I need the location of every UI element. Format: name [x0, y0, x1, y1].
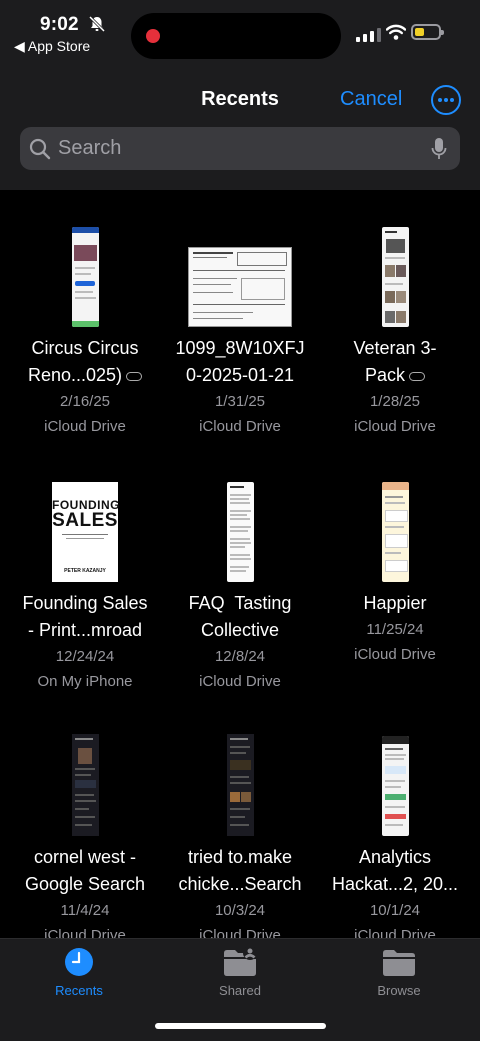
- shared-folder-icon: [224, 947, 257, 976]
- file-thumbnail: [381, 736, 409, 836]
- search-icon: [29, 138, 51, 160]
- file-date: 2/16/25: [59, 393, 111, 410]
- file-item[interactable]: FAQ Tasting Collective 12/8/24 iCloud Dr…: [162, 470, 318, 694]
- file-name: cornel west - Google Search: [24, 847, 146, 894]
- file-name: Veteran 3- Pack: [353, 338, 437, 385]
- cancel-button[interactable]: Cancel: [340, 88, 402, 111]
- file-thumbnail: [226, 734, 254, 836]
- recent-files-grid: Circus Circus Reno...025) 2/16/25 iCloud…: [0, 190, 480, 938]
- search-bar: [20, 127, 460, 170]
- file-thumbnail: [381, 482, 409, 582]
- folder-icon: [383, 950, 415, 976]
- file-date: 11/25/24: [366, 621, 424, 638]
- silent-mode-icon: [88, 15, 106, 33]
- file-date: 11/4/24: [60, 902, 110, 919]
- file-date: 12/24/24: [55, 648, 115, 665]
- file-name: Founding Sales - Print...mroad: [22, 593, 148, 640]
- search-input[interactable]: [58, 127, 428, 170]
- file-item[interactable]: Analytics Hackat...2, 20... 10/1/24 iClo…: [317, 724, 473, 938]
- file-location: iCloud Drive: [199, 418, 281, 435]
- icloud-download-icon: [126, 371, 143, 381]
- file-item[interactable]: Veteran 3- Pack 1/28/25 iCloud Drive: [317, 215, 473, 439]
- file-location: iCloud Drive: [199, 927, 281, 938]
- file-name: tried to.make chicke...Search: [178, 847, 302, 894]
- recording-indicator-icon: [146, 29, 160, 43]
- file-thumbnail: [226, 482, 254, 582]
- file-date: 10/3/24: [214, 902, 266, 919]
- file-location: iCloud Drive: [354, 927, 436, 938]
- battery-icon: [411, 24, 444, 40]
- file-item[interactable]: FOUNDING SALES PETER KAZANJY Founding Sa…: [7, 470, 163, 694]
- file-location: iCloud Drive: [354, 418, 436, 435]
- file-date: 12/8/24: [214, 648, 266, 665]
- tab-shared[interactable]: Shared: [180, 947, 300, 998]
- file-name: Circus Circus Reno...025): [7, 335, 163, 389]
- file-date: 1/31/25: [214, 393, 266, 410]
- file-name: Happier: [363, 593, 427, 613]
- file-thumbnail: [71, 734, 99, 836]
- home-indicator[interactable]: [155, 1023, 326, 1029]
- file-thumbnail: [381, 227, 409, 327]
- file-thumbnail: [188, 247, 292, 327]
- wifi-icon: [386, 24, 406, 40]
- file-item[interactable]: 1099_8W10XFJ 0-2025-01-21 1/31/25 iCloud…: [162, 215, 318, 439]
- status-time: 9:02: [40, 14, 79, 35]
- microphone-icon[interactable]: [431, 137, 447, 161]
- more-options-icon[interactable]: [431, 85, 461, 115]
- file-item[interactable]: cornel west - Google Search 11/4/24 iClo…: [7, 724, 163, 938]
- file-thumbnail: [71, 227, 99, 327]
- file-location: iCloud Drive: [354, 646, 436, 663]
- clock-icon: [65, 948, 93, 976]
- page-title: Recents: [201, 88, 279, 110]
- icloud-download-icon: [409, 371, 426, 381]
- file-location: iCloud Drive: [44, 927, 126, 938]
- file-date: 10/1/24: [369, 902, 421, 919]
- tab-label: Browse: [377, 983, 421, 998]
- file-location: iCloud Drive: [199, 673, 281, 690]
- file-item[interactable]: tried to.make chicke...Search 10/3/24 iC…: [162, 724, 318, 938]
- cellular-signal-icon: [356, 28, 381, 42]
- file-item[interactable]: Circus Circus Reno...025) 2/16/25 iCloud…: [7, 215, 163, 439]
- file-name: Analytics Hackat...2, 20...: [331, 847, 459, 894]
- file-date: 1/28/25: [369, 393, 421, 410]
- status-bar: 9:02 ◀ App Store: [0, 0, 480, 62]
- file-name: FAQ Tasting Collective: [188, 593, 292, 640]
- book-cover-thumbnail: FOUNDING SALES PETER KAZANJY: [52, 482, 120, 582]
- tab-label: Recents: [55, 983, 103, 998]
- dynamic-island: [131, 13, 341, 59]
- navigation-header: Recents Cancel: [0, 62, 480, 190]
- tab-browse[interactable]: Browse: [339, 947, 459, 998]
- file-location: iCloud Drive: [44, 418, 126, 435]
- tab-recents[interactable]: Recents: [19, 947, 139, 998]
- back-to-app-store-link[interactable]: ◀ App Store: [14, 38, 90, 55]
- file-name: 1099_8W10XFJ 0-2025-01-21: [175, 338, 305, 385]
- file-location: On My iPhone: [37, 673, 133, 690]
- file-item[interactable]: Happier 11/25/24 iCloud Drive: [317, 470, 473, 667]
- tab-label: Shared: [219, 983, 261, 998]
